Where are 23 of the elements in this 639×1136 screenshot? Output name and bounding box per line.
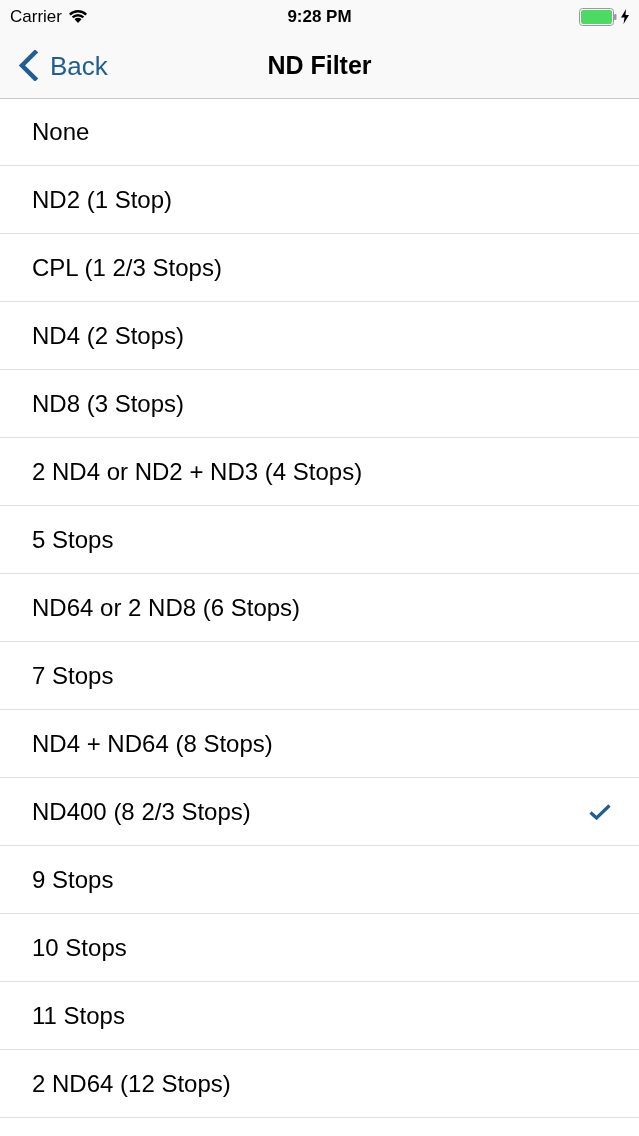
back-button[interactable]: Back (0, 33, 114, 98)
carrier-name: Carrier (10, 8, 62, 25)
option-row[interactable]: 9 Stops (0, 846, 639, 914)
chevron-left-icon (18, 50, 38, 81)
option-row[interactable]: 2 ND64 (12 Stops) (0, 1050, 639, 1118)
option-row[interactable]: ND400 (8 2/3 Stops) (0, 778, 639, 846)
option-row[interactable]: ND8 (3 Stops) (0, 370, 639, 438)
option-row[interactable]: 2 ND4 or ND2 + ND3 (4 Stops) (0, 438, 639, 506)
option-row[interactable]: ND4 + ND64 (8 Stops) (0, 710, 639, 778)
option-row[interactable]: 11 Stops (0, 982, 639, 1050)
option-row[interactable]: CPL (1 2/3 Stops) (0, 234, 639, 302)
wifi-icon (67, 9, 88, 24)
option-row[interactable]: ND4 (2 Stops) (0, 302, 639, 370)
screen-title: ND Filter (267, 53, 372, 78)
option-row[interactable]: None (0, 99, 639, 166)
option-row[interactable]: 10 Stops (0, 914, 639, 982)
option-row[interactable]: 7 Stops (0, 642, 639, 710)
option-row[interactable]: ND2 (1 Stop) (0, 166, 639, 234)
charging-bolt-icon (621, 9, 629, 24)
status-time: 9:28 PM (287, 8, 352, 25)
option-row[interactable]: ND64 or 2 ND8 (6 Stops) (0, 574, 639, 642)
option-row[interactable]: 5 Stops (0, 506, 639, 574)
battery-icon (579, 7, 617, 26)
